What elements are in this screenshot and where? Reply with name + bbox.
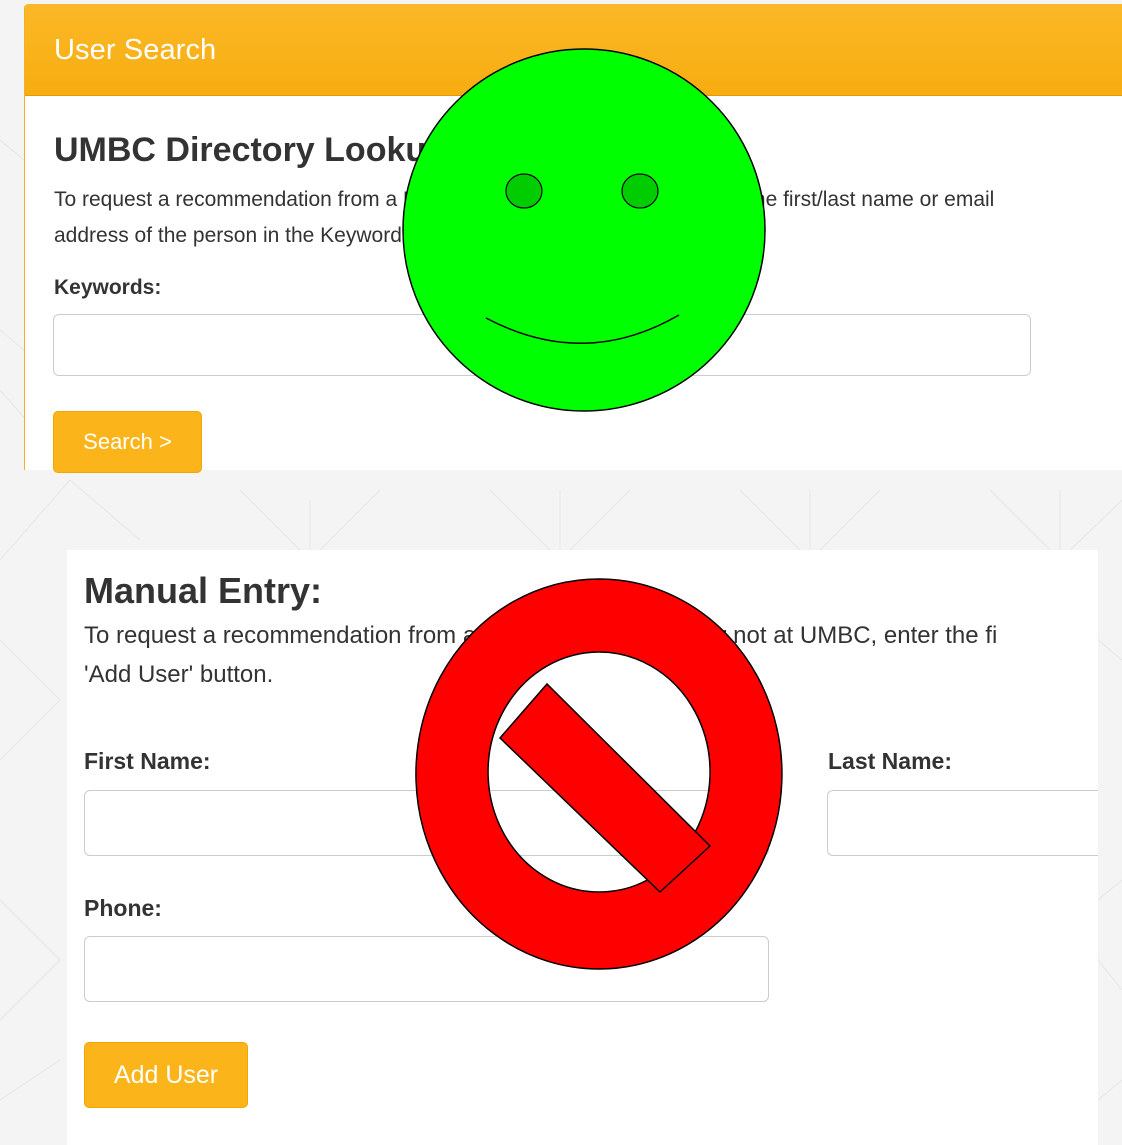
phone-input[interactable]	[84, 936, 769, 1002]
user-search-panel: User Search UMBC Directory Lookup To req…	[24, 4, 1122, 473]
directory-lookup-title: UMBC Directory Lookup	[54, 131, 447, 169]
panel-title: User Search	[54, 34, 217, 66]
directory-lookup-description: To request a recommendation from a UMBC …	[54, 188, 995, 247]
first-name-label: First Name:	[84, 748, 211, 774]
add-user-button[interactable]: Add User	[84, 1042, 248, 1108]
panel-header: User Search	[25, 4, 1122, 96]
search-button[interactable]: Search >	[53, 411, 202, 473]
manual-entry-description-line1: To request a recommendation from a facul…	[84, 622, 998, 649]
last-name-input[interactable]	[827, 790, 1098, 856]
manual-entry-description-line2: 'Add User' button.	[84, 661, 274, 688]
keywords-input[interactable]	[53, 314, 1031, 376]
phone-label: Phone:	[84, 895, 162, 921]
last-name-label: Last Name:	[828, 748, 952, 774]
manual-entry-description: To request a recommendation from a facul…	[84, 616, 1098, 694]
first-name-input[interactable]	[84, 790, 769, 856]
manual-entry-panel: Manual Entry: To request a recommendatio…	[67, 550, 1098, 1145]
keywords-label: Keywords:	[54, 276, 162, 299]
manual-entry-title: Manual Entry:	[84, 570, 323, 611]
